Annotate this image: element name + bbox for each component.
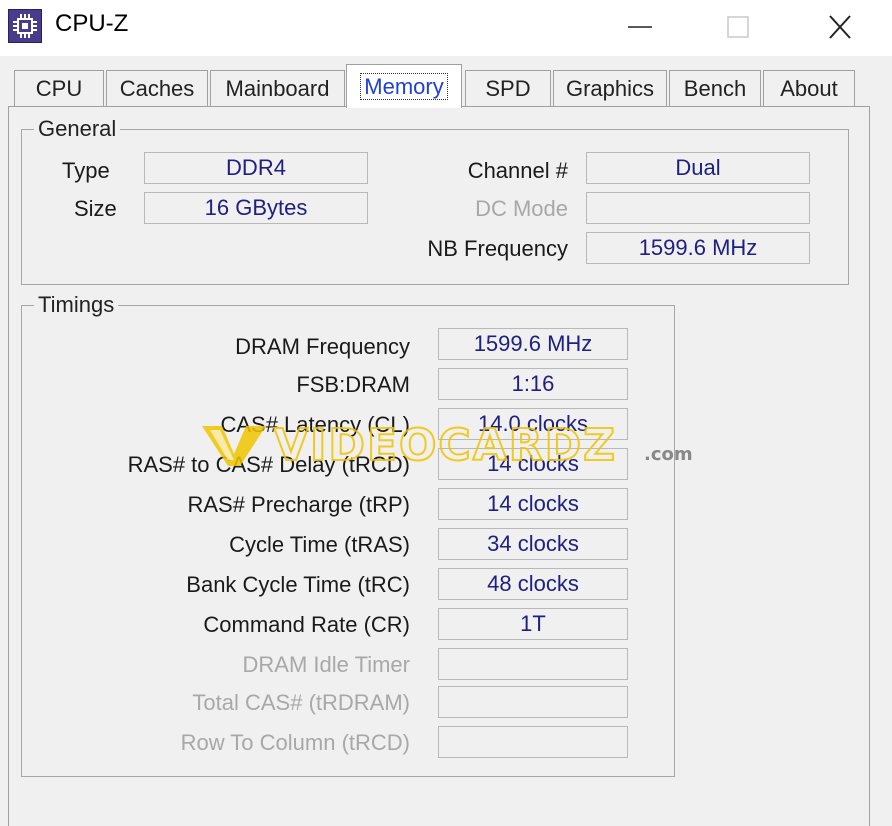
general-group: General Type DDR4 Size 16 GBytes Channel… bbox=[21, 116, 849, 285]
close-button[interactable] bbox=[820, 12, 860, 42]
cycle-time-label: Cycle Time (tRAS) bbox=[229, 532, 410, 557]
channel-value: Dual bbox=[586, 152, 810, 184]
nb-frequency-label: NB Frequency bbox=[427, 236, 568, 261]
type-value: DDR4 bbox=[144, 152, 368, 184]
timings-group-title: Timings bbox=[34, 292, 119, 318]
minimize-button[interactable] bbox=[620, 12, 660, 42]
dram-frequency-value: 1599.6 MHz bbox=[438, 328, 628, 360]
dc-mode-value bbox=[586, 192, 810, 224]
row-to-column-label: Row To Column (tRCD) bbox=[180, 730, 410, 755]
tab-bench[interactable]: Bench bbox=[669, 70, 761, 106]
cas-latency-value: 14.0 clocks bbox=[438, 408, 628, 440]
window-title: CPU-Z bbox=[55, 10, 129, 37]
tab-label: Mainboard bbox=[225, 76, 330, 101]
type-label: Type bbox=[62, 158, 110, 183]
tab-label: CPU bbox=[35, 76, 83, 101]
tab-spd[interactable]: SPD bbox=[465, 70, 551, 106]
command-rate-value: 1T bbox=[438, 608, 628, 640]
tab-label: Graphics bbox=[565, 76, 655, 101]
nb-frequency-value: 1599.6 MHz bbox=[586, 232, 810, 264]
size-label: Size bbox=[74, 196, 117, 221]
row-to-column-value bbox=[438, 726, 628, 758]
maximize-icon bbox=[727, 16, 749, 38]
ras-precharge-value: 14 clocks bbox=[438, 488, 628, 520]
tab-caches[interactable]: Caches bbox=[106, 70, 208, 106]
tab-about[interactable]: About bbox=[763, 70, 855, 106]
tab-memory[interactable]: Memory bbox=[346, 64, 462, 108]
tab-cpu[interactable]: CPU bbox=[14, 70, 104, 106]
ras-to-cas-label: RAS# to CAS# Delay (tRCD) bbox=[127, 452, 410, 477]
total-cas-label: Total CAS# (tRDRAM) bbox=[192, 690, 410, 715]
tab-label: Bench bbox=[683, 76, 747, 101]
tab-label: SPD bbox=[485, 76, 531, 101]
timings-group: Timings DRAM Frequency 1599.6 MHz FSB:DR… bbox=[21, 292, 675, 777]
ras-precharge-label: RAS# Precharge (tRP) bbox=[187, 492, 410, 517]
dram-idle-timer-value bbox=[438, 648, 628, 680]
cas-latency-label: CAS# Latency (CL) bbox=[220, 412, 410, 437]
minimize-icon bbox=[628, 26, 652, 28]
channel-label: Channel # bbox=[467, 158, 568, 183]
size-value: 16 GBytes bbox=[144, 192, 368, 224]
close-icon bbox=[829, 15, 851, 39]
cpu-z-app-icon[interactable] bbox=[8, 9, 42, 43]
fsb-dram-value: 1:16 bbox=[438, 368, 628, 400]
client-area: CPU Caches Mainboard Memory SPD Graphics… bbox=[0, 56, 892, 826]
tab-graphics[interactable]: Graphics bbox=[553, 70, 667, 106]
tab-mainboard[interactable]: Mainboard bbox=[210, 70, 345, 106]
tab-label: About bbox=[780, 76, 838, 101]
tab-label: Caches bbox=[119, 76, 195, 101]
maximize-button[interactable] bbox=[718, 12, 758, 42]
bank-cycle-time-value: 48 clocks bbox=[438, 568, 628, 600]
bank-cycle-time-label: Bank Cycle Time (tRC) bbox=[186, 572, 410, 597]
ras-to-cas-value: 14 clocks bbox=[438, 448, 628, 480]
total-cas-value bbox=[438, 686, 628, 718]
dram-idle-timer-label: DRAM Idle Timer bbox=[242, 652, 410, 677]
tab-label: Memory bbox=[360, 73, 448, 100]
general-group-title: General bbox=[34, 116, 121, 142]
command-rate-label: Command Rate (CR) bbox=[203, 612, 410, 637]
cycle-time-value: 34 clocks bbox=[438, 528, 628, 560]
title-bar: CPU-Z bbox=[0, 0, 892, 56]
fsb-dram-label: FSB:DRAM bbox=[296, 372, 410, 397]
dram-frequency-label: DRAM Frequency bbox=[235, 334, 410, 359]
dc-mode-label: DC Mode bbox=[475, 196, 568, 221]
memory-panel: General Type DDR4 Size 16 GBytes Channel… bbox=[8, 106, 870, 826]
